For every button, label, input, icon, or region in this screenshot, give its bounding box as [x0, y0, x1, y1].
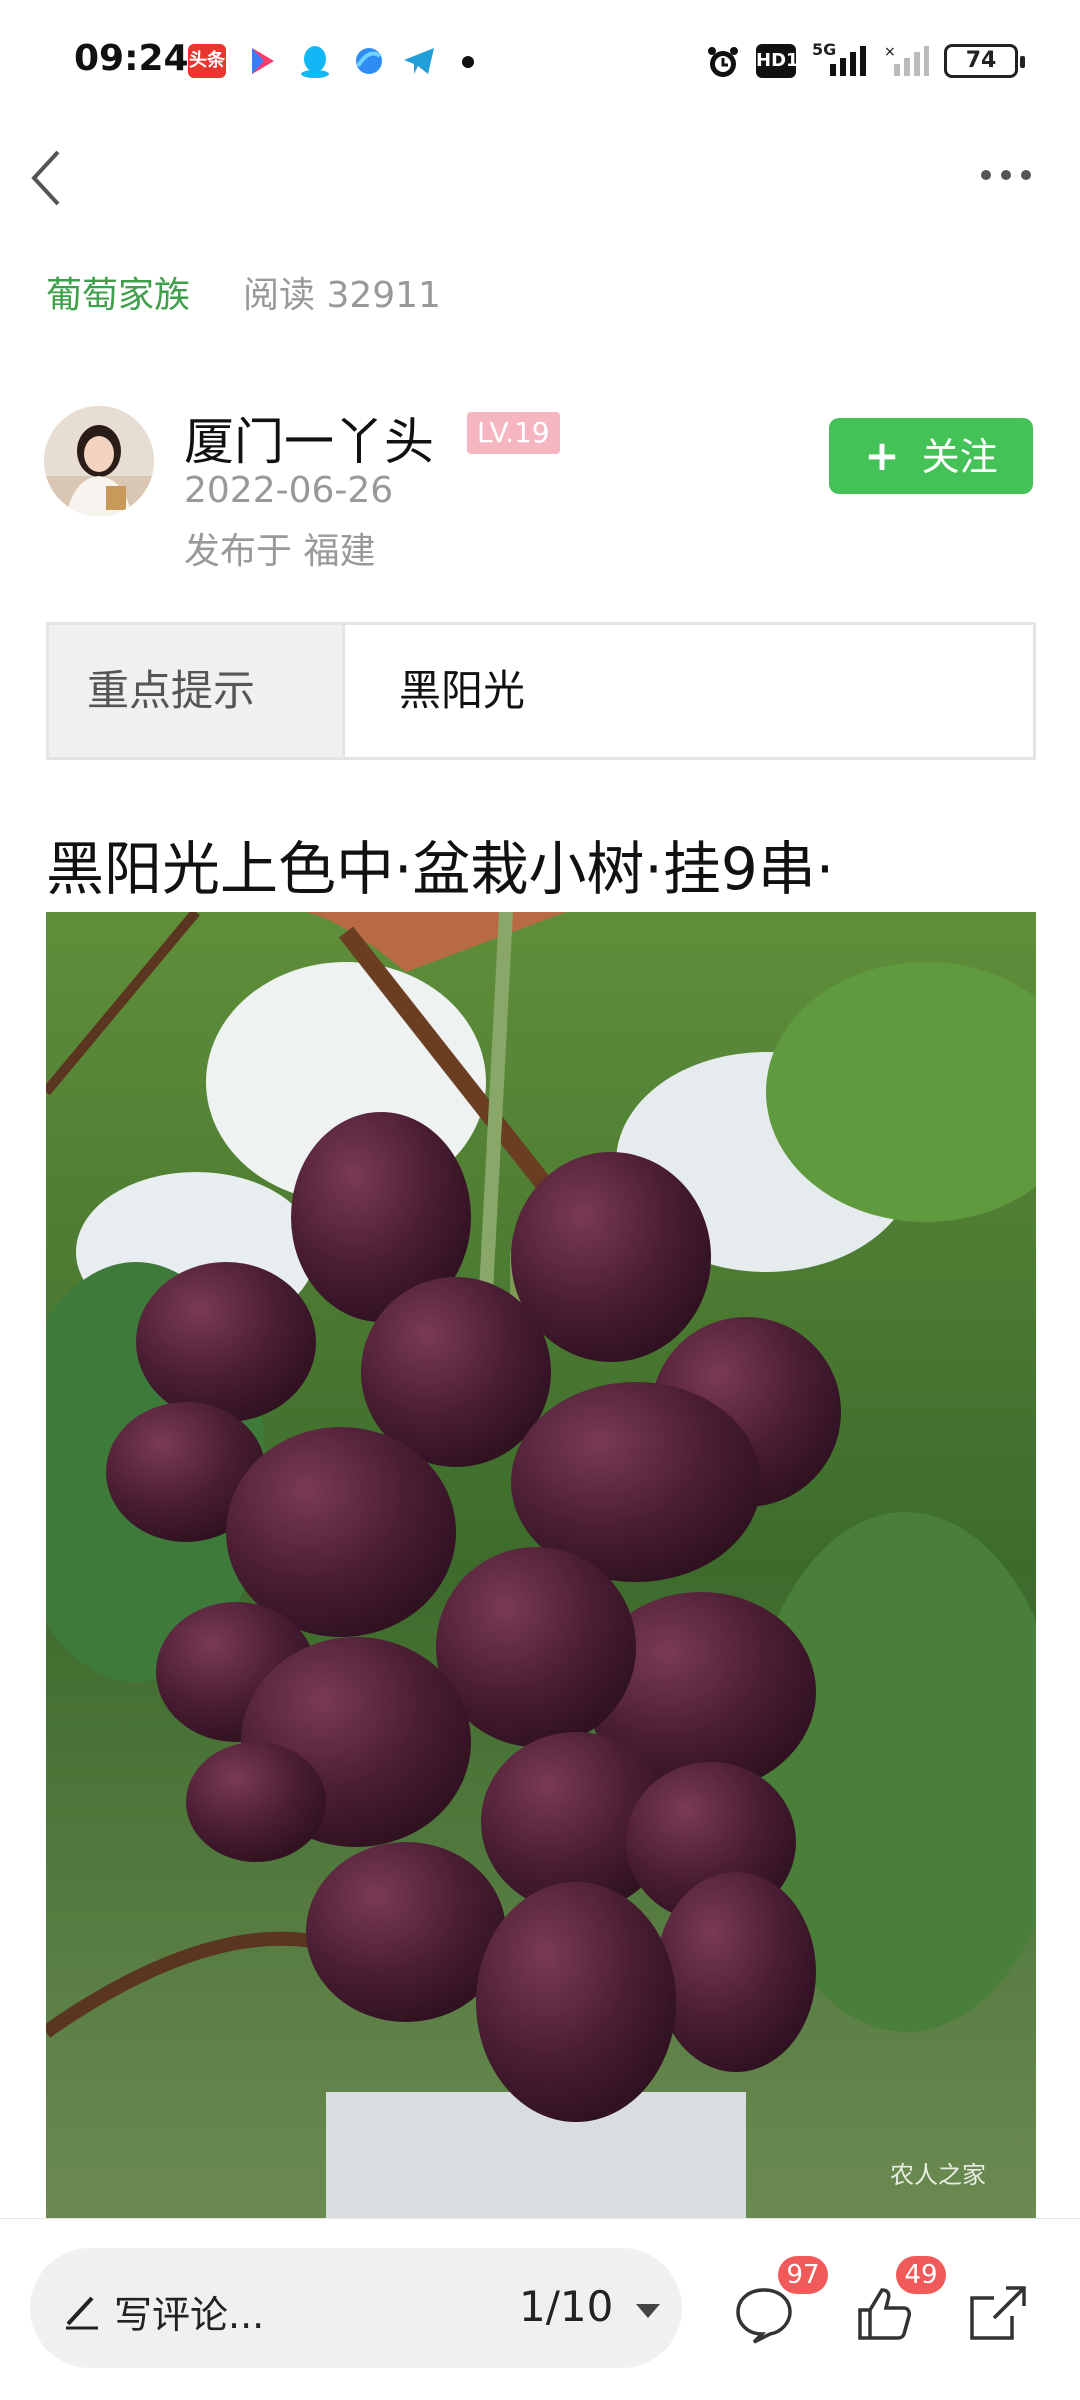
comment-button[interactable] — [734, 2284, 794, 2344]
post-date: 2022-06-26 — [184, 470, 394, 511]
hd-icon: HD1 — [756, 44, 799, 78]
back-arrow-icon — [31, 150, 60, 206]
thumbs-up-icon — [858, 2288, 911, 2340]
comment-count-badge: 97 — [778, 2256, 828, 2294]
post-photo[interactable] — [46, 912, 1036, 2218]
battery-icon: 74 — [944, 44, 1025, 78]
like-count-badge: 49 — [896, 2256, 946, 2294]
comment-placeholder[interactable]: 写评论... — [114, 2284, 264, 2339]
author-name[interactable]: 厦门一丫头 — [184, 402, 434, 474]
share-button[interactable] — [966, 2280, 1030, 2344]
level-badge: LV.19 — [467, 412, 560, 454]
network-type: 5G — [812, 40, 837, 59]
telegram-icon — [400, 44, 438, 78]
tip-label: 重点提示 — [49, 625, 345, 757]
dot-icon — [462, 56, 474, 68]
no-signal-icon: × — [884, 44, 930, 78]
more-dots-icon — [981, 170, 1031, 180]
post-location: 发布于 福建 — [184, 531, 376, 572]
key-tip-box: 重点提示 黑阳光 — [46, 622, 1036, 760]
read-count: 阅读 32911 — [243, 275, 441, 316]
back-button[interactable] — [28, 148, 68, 208]
watermark: 农人之家 — [890, 2161, 986, 2189]
plus-icon: + — [864, 431, 900, 480]
qq-icon — [296, 44, 334, 78]
signal-icon: 5G — [812, 40, 872, 78]
status-time: 09:24 — [74, 38, 189, 79]
community-link[interactable]: 葡萄家族 — [46, 266, 190, 318]
alarm-icon — [704, 44, 742, 78]
browser-icon — [350, 44, 388, 78]
follow-button[interactable]: + 关注 — [829, 418, 1033, 494]
grape-photo — [46, 912, 1036, 2218]
app-icon — [244, 44, 282, 78]
comment-icon — [736, 2288, 792, 2344]
like-button[interactable] — [854, 2284, 914, 2344]
svg-text:×: × — [884, 44, 896, 60]
pencil-icon — [62, 2290, 102, 2334]
more-options-button[interactable] — [976, 160, 1036, 190]
post-title: 黑阳光上色中·盆栽小树·挂9串· — [46, 835, 835, 903]
toutiao-icon: 头条 — [188, 44, 226, 78]
share-icon — [970, 2286, 1026, 2340]
chevron-down-icon[interactable] — [634, 2302, 662, 2324]
tip-value: 黑阳光 — [399, 666, 526, 715]
status-bar: 09:24 头条 HD1 5G × 74 — [0, 0, 1080, 120]
avatar[interactable] — [44, 406, 154, 516]
page-indicator[interactable]: 1/10 — [519, 2282, 613, 2331]
follow-label: 关注 — [921, 435, 998, 479]
